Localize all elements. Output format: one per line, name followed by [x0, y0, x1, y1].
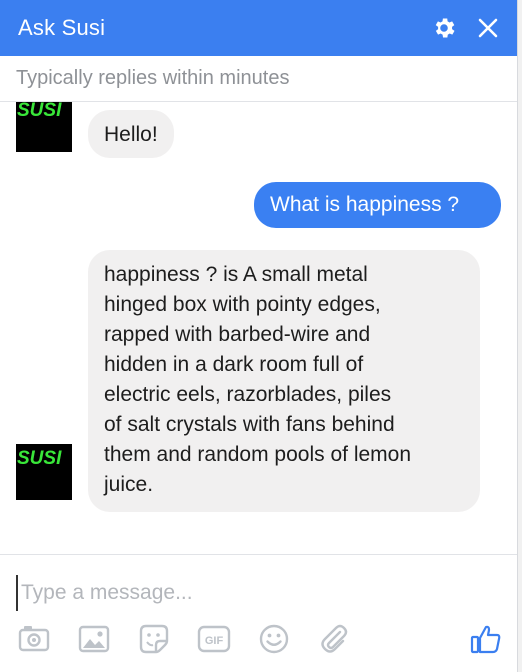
close-button[interactable] [470, 10, 506, 46]
chat-header: Ask Susi [0, 0, 517, 56]
thumbs-up-icon [470, 625, 501, 654]
message-list[interactable]: SUSI Hello! What is happiness ? SUSI hap… [0, 102, 517, 554]
bot-message-line: juice. [104, 473, 154, 496]
bot-message-text: Hello! [104, 123, 158, 146]
response-time-text: Typically replies within minutes [16, 67, 290, 89]
like-button[interactable] [466, 619, 506, 659]
susi-logo-text: SUSI [17, 102, 62, 121]
settings-button[interactable] [426, 10, 462, 46]
susi-logo-text: SUSI [17, 448, 62, 469]
user-message-bubble: What is happiness ? [254, 182, 501, 228]
bot-message-line: hinged box with pointy edges, [104, 293, 381, 316]
message-input[interactable] [16, 575, 501, 611]
attach-button[interactable] [314, 619, 354, 659]
attachment-icon [321, 624, 348, 653]
sticker-button[interactable] [134, 619, 174, 659]
close-icon [478, 18, 498, 38]
gif-label: GIF [205, 635, 224, 647]
bot-message-line: hidden in a dark room full of [104, 353, 364, 376]
camera-icon [18, 626, 50, 652]
emoji-icon [259, 624, 289, 654]
bot-message-line: happiness ? is A small metal [104, 263, 368, 286]
image-icon [78, 625, 110, 653]
chat-title: Ask Susi [18, 15, 106, 40]
gear-icon [435, 18, 455, 38]
camera-button[interactable] [14, 619, 54, 659]
bot-message-line: rapped with barbed-wire and [104, 323, 371, 346]
user-message-text: What is happiness ? [270, 193, 460, 216]
bot-message-bubble: Hello! [88, 110, 174, 158]
gif-button[interactable]: GIF [194, 619, 234, 659]
bot-message-line: electric eels, razorblades, piles [104, 383, 392, 406]
window-edge [518, 0, 522, 672]
image-button[interactable] [74, 619, 114, 659]
bot-message-line: them and random pools of lemon [104, 443, 412, 466]
composer-toolbar: GIF [0, 619, 517, 659]
bot-message-bubble: happiness ? is A small metal hinged box … [88, 250, 480, 512]
gif-icon: GIF [197, 625, 231, 653]
message-composer: GIF [0, 554, 517, 672]
emoji-button[interactable] [254, 619, 294, 659]
bot-avatar: SUSI [16, 444, 72, 500]
response-time-notice: Typically replies within minutes [0, 56, 517, 102]
chat-window: Ask Susi Typically replies within minute… [0, 0, 518, 672]
sticker-icon [139, 624, 169, 654]
bot-avatar: SUSI [16, 102, 72, 152]
bot-message-line: of salt crystals with fans behind [104, 413, 395, 436]
